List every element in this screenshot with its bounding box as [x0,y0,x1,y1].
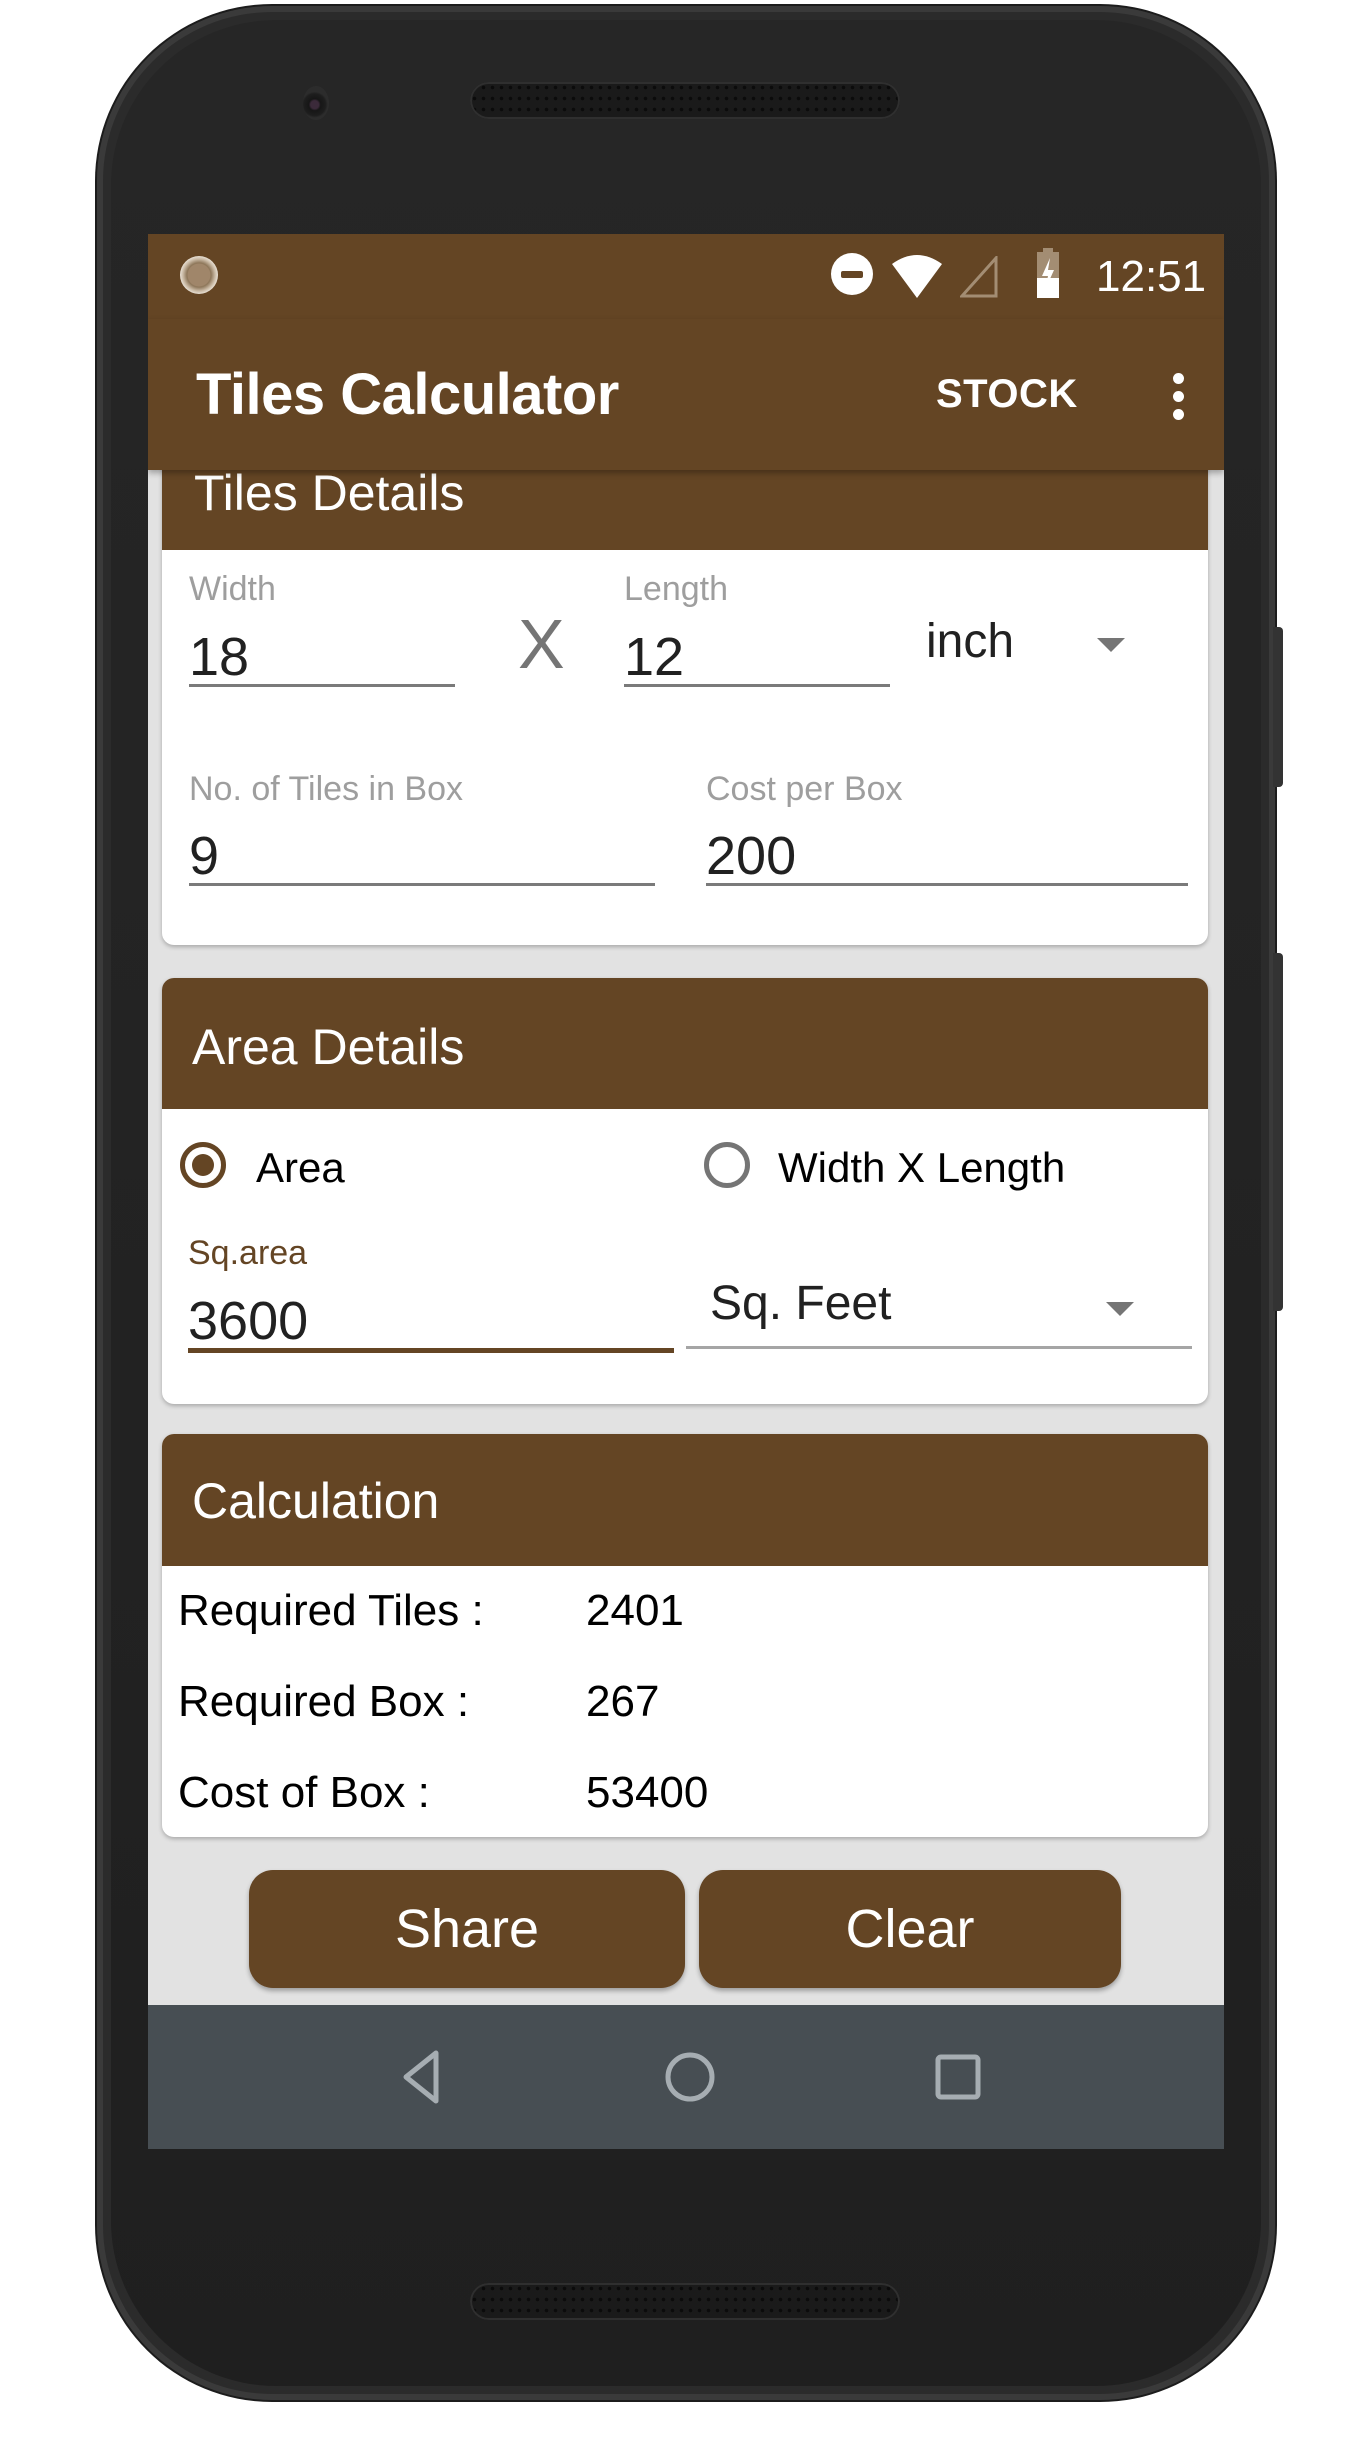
tiles-in-box-label: No. of Tiles in Box [189,770,464,808]
radio-checked-icon [180,1142,226,1188]
radio-area-label: Area [256,1144,345,1191]
calculation-title: Calculation [192,1473,440,1529]
length-underline [624,684,890,687]
area-details-title: Area Details [192,1019,465,1075]
chevron-down-icon [1097,638,1125,652]
calc-value: 2401 [586,1586,684,1635]
status-time: 12:51 [1096,252,1207,301]
tiles-details-card: Tiles Details Width 18 X Length 12 inch … [162,420,1208,945]
calc-value: 53400 [586,1768,709,1817]
radio-wxl-label: Width X Length [778,1144,1066,1191]
volume-button [1273,953,1283,1311]
system-nav-bar [148,2005,1224,2149]
calc-label: Required Box : [178,1677,470,1726]
do-not-disturb-icon [831,253,873,295]
tiles-in-box-underline [189,883,655,886]
more-vert-icon[interactable] [1148,367,1208,427]
width-input[interactable]: 18 [189,626,249,688]
area-unit-underline [686,1346,1192,1349]
clear-button[interactable]: Clear [699,1870,1121,1988]
tiles-in-box-input[interactable]: 9 [189,825,219,887]
calculation-card: Calculation Required Tiles : 2401 Requir… [162,1434,1208,1837]
area-unit-selected: Sq. Feet [710,1277,892,1330]
area-unit-dropdown[interactable]: Sq. Feet [686,1268,1196,1350]
top-speaker-grille [470,82,900,119]
calc-label: Cost of Box : [178,1768,430,1817]
cost-per-box-label: Cost per Box [706,770,903,808]
area-details-header: Area Details [162,978,1208,1109]
app-title: Tiles Calculator [196,362,619,427]
cost-per-box-input[interactable]: 200 [706,825,796,887]
home-icon[interactable] [662,2049,718,2105]
back-icon[interactable] [398,2047,448,2107]
share-button[interactable]: Share [249,1870,685,1988]
power-button [1273,627,1283,787]
chevron-down-icon [1106,1302,1134,1316]
notification-dot-icon [180,256,218,294]
times-separator: X [518,605,565,683]
stock-button[interactable]: STOCK [936,319,1078,470]
sq-area-label: Sq.area [188,1234,308,1272]
width-label: Width [189,570,276,608]
tiles-details-title: Tiles Details [194,465,465,521]
radio-area[interactable]: Area [178,1130,598,1200]
bottom-speaker-grille [470,2283,900,2320]
wifi-icon [892,255,942,298]
battery-charging-icon [1037,248,1059,298]
radio-width-x-length[interactable]: Width X Length [702,1130,1182,1200]
status-bar: 12:51 [148,234,1224,319]
front-camera-icon [303,86,329,120]
radio-unchecked-icon [704,1142,750,1188]
calc-label: Required Tiles : [178,1586,484,1635]
calculation-header: Calculation [162,1434,1208,1566]
length-label: Length [624,570,728,608]
sq-area-underline-focused [188,1348,674,1353]
width-underline [189,684,455,687]
unit-selected: inch [926,615,1015,668]
unit-dropdown[interactable]: inch [922,610,1182,680]
recents-icon[interactable] [932,2051,984,2103]
sq-area-input[interactable]: 3600 [188,1290,308,1352]
cost-per-box-underline [706,883,1188,886]
app-bar: Tiles Calculator STOCK [148,319,1224,470]
length-input[interactable]: 12 [624,626,684,688]
calc-value: 267 [586,1677,660,1726]
area-details-card: Area Details Area Width X Length Sq.area… [162,978,1208,1404]
cell-signal-icon [960,256,998,298]
screen: 12:51 Tiles Calculator STOCK Tiles Detai… [148,234,1224,2149]
